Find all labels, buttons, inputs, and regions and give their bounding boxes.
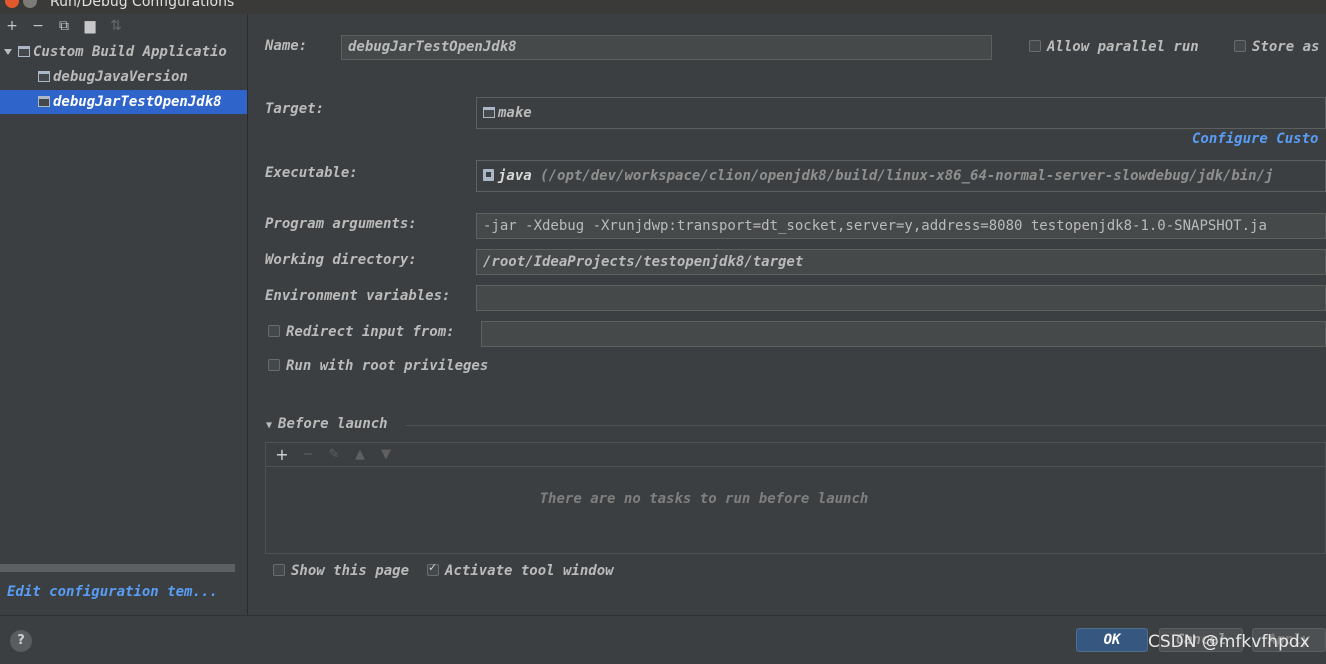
checkbox-icon[interactable] (1029, 40, 1041, 52)
sort-icon[interactable]: ⇅ (108, 18, 124, 34)
name-label: Name: (265, 38, 308, 54)
build-config-icon (38, 96, 50, 107)
before-launch-toolbar: + − ✎ ▲ ▼ (266, 443, 1325, 467)
working-directory-label: Working directory: (265, 252, 417, 268)
tree-group-custom-build[interactable]: Custom Build Applicatio (0, 40, 247, 64)
store-as-label: Store as (1252, 39, 1320, 55)
build-target-icon (483, 107, 495, 118)
before-launch-toggle[interactable]: ▼ Before launch (266, 416, 388, 432)
configurations-sidebar: + − ⧉ ▆ ⇅ Custom Build Applicatio debugJ… (0, 14, 248, 615)
root-privileges-label: Run with root privileges (286, 358, 489, 374)
move-up-icon[interactable]: ▲ (352, 447, 368, 462)
redirect-input-checkbox[interactable]: Redirect input from: (268, 324, 455, 340)
close-window-button[interactable] (5, 0, 19, 8)
watermark: CSDN @mfkvfhpdx (1148, 632, 1310, 652)
title-bar: Run/Debug Configurations (0, 0, 1326, 14)
executable-select[interactable]: java (/opt/dev/workspace/clion/openjdk8/… (476, 160, 1326, 192)
move-down-icon[interactable]: ▼ (378, 447, 394, 462)
working-directory-field[interactable]: /root/IdeaProjects/testopenjdk8/target (476, 249, 1326, 275)
tree-group-label: Custom Build Applicatio (33, 44, 227, 60)
allow-parallel-run-checkbox[interactable]: Allow parallel run (1029, 39, 1199, 55)
chevron-down-icon[interactable] (4, 49, 12, 55)
executable-name: java (498, 168, 532, 184)
checkbox-icon[interactable] (273, 564, 285, 576)
tree-item-label: debugJarTestOpenJdk8 (53, 94, 222, 110)
redirect-input-label: Redirect input from: (286, 324, 455, 340)
target-value: make (498, 105, 532, 121)
checkbox-icon[interactable] (1234, 40, 1246, 52)
remove-icon[interactable]: − (300, 447, 316, 462)
ok-button[interactable]: OK (1076, 628, 1148, 652)
window-title: Run/Debug Configurations (50, 0, 235, 10)
copy-icon[interactable]: ⧉ (56, 18, 72, 34)
program-arguments-label: Program arguments: (265, 216, 417, 232)
empty-tasks-message: There are no tasks to run before launch (539, 491, 869, 507)
before-launch-panel: + − ✎ ▲ ▼ There are no tasks to run befo… (265, 442, 1326, 554)
target-select[interactable]: make (476, 97, 1326, 129)
sidebar-toolbar: + − ⧉ ▆ ⇅ (4, 16, 124, 36)
chevron-down-icon[interactable]: ▼ (266, 420, 272, 431)
checkbox-checked-icon[interactable] (427, 561, 439, 576)
allow-parallel-label: Allow parallel run (1047, 39, 1199, 55)
name-field[interactable]: debugJarTestOpenJdk8 (341, 35, 992, 60)
minimize-window-button[interactable] (23, 0, 37, 8)
show-page-label: Show this page (291, 563, 410, 579)
executable-label: Executable: (265, 165, 358, 181)
environment-variables-label: Environment variables: (265, 288, 451, 304)
environment-variables-field[interactable] (476, 285, 1326, 311)
program-arguments-field[interactable]: -jar -Xdebug -Xrunjdwp:transport=dt_sock… (476, 213, 1326, 239)
store-as-checkbox[interactable]: Store as (1234, 39, 1319, 55)
tree-item-debugjavaversion[interactable]: debugJavaVersion (0, 65, 247, 89)
add-icon[interactable]: + (274, 445, 290, 464)
executable-file-icon (483, 169, 494, 181)
configuration-form: Name: debugJarTestOpenJdk8 Allow paralle… (248, 14, 1326, 615)
help-button[interactable]: ? (10, 630, 32, 652)
divider (406, 425, 1326, 426)
root-privileges-checkbox[interactable]: Run with root privileges (268, 358, 488, 374)
checkbox-icon[interactable] (268, 325, 280, 337)
edit-icon[interactable]: ✎ (326, 447, 342, 462)
before-launch-title: Before launch (278, 416, 388, 432)
folder-add-icon[interactable]: ▆ (82, 18, 98, 34)
show-this-page-checkbox[interactable]: Show this page (273, 563, 409, 579)
executable-path: (/opt/dev/workspace/clion/openjdk8/build… (540, 168, 1274, 184)
redirect-input-field[interactable] (481, 321, 1326, 347)
dialog-button-bar: ? OK Cancel Apply CSDN @mfkvfhpdx (0, 615, 1326, 664)
tree-item-label: debugJavaVersion (53, 69, 188, 85)
target-label: Target: (265, 101, 325, 117)
build-config-icon (38, 71, 50, 82)
horizontal-scrollbar[interactable] (0, 564, 235, 572)
configure-custom-build-link[interactable]: Configure Custo (1192, 131, 1318, 147)
build-config-icon (18, 46, 30, 57)
activate-tool-label: Activate tool window (445, 563, 614, 579)
remove-icon[interactable]: − (30, 18, 46, 34)
edit-templates-link[interactable]: Edit configuration tem... (7, 584, 218, 600)
tree-item-debugjartestopenjdk8[interactable]: debugJarTestOpenJdk8 (0, 90, 247, 114)
add-icon[interactable]: + (4, 18, 20, 34)
checkbox-icon[interactable] (268, 359, 280, 371)
activate-tool-window-checkbox[interactable]: Activate tool window (427, 561, 614, 579)
